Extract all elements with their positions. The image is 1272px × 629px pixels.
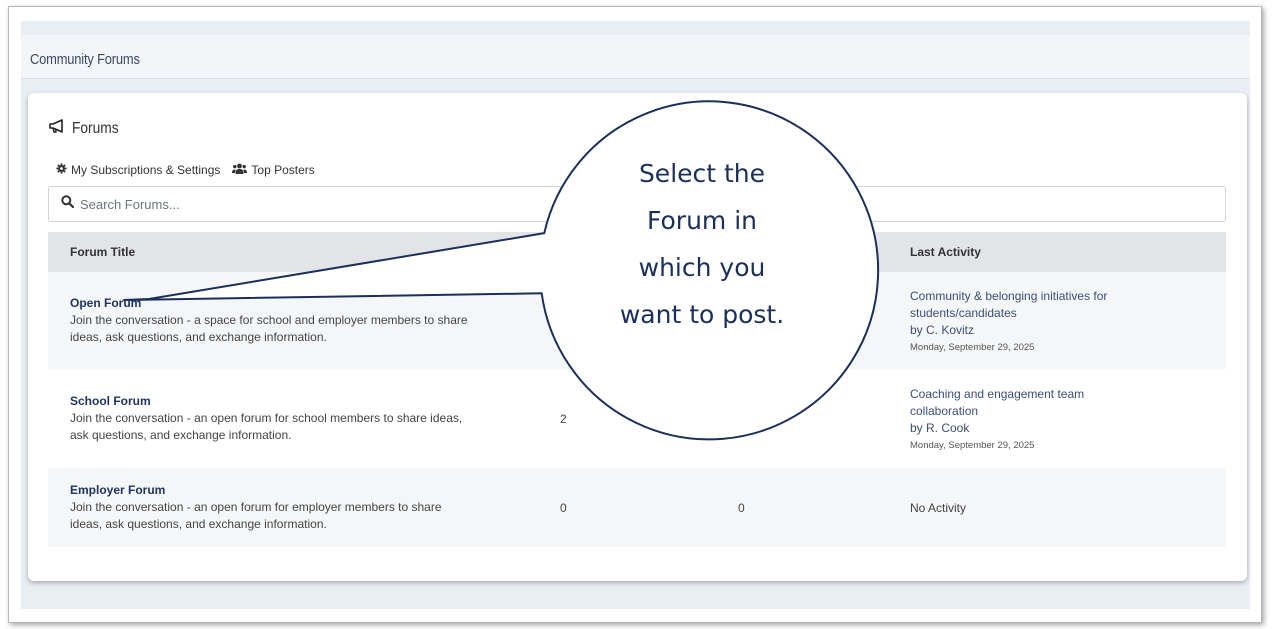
forum-links: My Subscriptions & Settings Top Posters: [56, 163, 315, 177]
top-posters-link[interactable]: Top Posters: [232, 163, 315, 177]
forum-description: Join the conversation - a space for scho…: [70, 312, 468, 327]
search-input[interactable]: [80, 196, 480, 212]
table-row-school-forum[interactable]: School Forum Join the conversation - an …: [48, 370, 1226, 468]
last-date: Monday, September 29, 2025: [910, 342, 1035, 353]
users-icon: [232, 163, 248, 177]
threads-count: 2: [560, 411, 567, 426]
callout-line: which you: [638, 253, 766, 282]
last-topic-link[interactable]: Community & belonging initiatives for: [910, 288, 1226, 305]
last-date: Monday, September 29, 2025: [910, 440, 1035, 451]
forum-description: ask questions, and exchange information.: [70, 427, 292, 442]
top-posters-label: Top Posters: [251, 163, 315, 177]
last-author: by C. Kovitz: [910, 323, 975, 337]
subscriptions-settings-label: My Subscriptions & Settings: [71, 163, 221, 177]
posts-count: 0: [738, 500, 745, 515]
table-row-employer-forum[interactable]: Employer Forum Join the conversation - a…: [48, 468, 1226, 548]
forum-description: Join the conversation - an open forum fo…: [70, 410, 463, 425]
callout-text: Select the Forum in which you want to po…: [562, 150, 842, 338]
forum-title-cell: School Forum Join the conversation - an …: [48, 370, 560, 467]
forum-link-school-forum[interactable]: School Forum: [70, 394, 560, 408]
forum-title-cell: Open Forum Join the conversation - a spa…: [48, 272, 560, 369]
megaphone-icon: [49, 119, 65, 138]
posts-count: 14: [738, 411, 752, 426]
card-title-label: Forums: [72, 119, 119, 137]
header-last-activity: Last Activity: [910, 245, 981, 259]
subscriptions-settings-link[interactable]: My Subscriptions & Settings: [56, 163, 220, 177]
header-forum-title: Forum Title: [70, 245, 136, 259]
last-activity-cell: Community & belonging initiatives for st…: [910, 272, 1226, 369]
callout-line: Select the: [638, 159, 766, 188]
forum-link-open-forum[interactable]: Open Forum: [70, 296, 560, 310]
last-author: by R. Cook: [910, 421, 970, 435]
last-activity-cell: No Activity: [910, 468, 1226, 547]
search-icon: [61, 195, 75, 213]
gear-icon: [56, 163, 67, 177]
threads-count: 0: [560, 500, 567, 515]
forum-title-cell: Employer Forum Join the conversation - a…: [48, 468, 560, 547]
forum-link-employer-forum[interactable]: Employer Forum: [70, 483, 560, 497]
forum-description: ideas, ask questions, and exchange infor…: [70, 329, 327, 344]
section-title: Community Forums: [30, 51, 140, 68]
section-header: Community Forums: [21, 35, 1250, 79]
callout-line: Forum in: [647, 206, 757, 235]
forum-description: Join the conversation - an open forum fo…: [70, 499, 442, 514]
card-title: Forums: [49, 119, 126, 138]
callout-line: want to post.: [619, 300, 785, 329]
last-topic-link[interactable]: Coaching and engagement team: [910, 386, 1226, 403]
last-topic-link[interactable]: collaboration: [910, 403, 1226, 420]
no-activity-text: No Activity: [910, 500, 967, 515]
last-activity-cell: Coaching and engagement team collaborati…: [910, 370, 1226, 467]
last-topic-link[interactable]: students/candidates: [910, 305, 1226, 322]
forum-description: ideas, ask questions, and exchange infor…: [70, 516, 327, 531]
